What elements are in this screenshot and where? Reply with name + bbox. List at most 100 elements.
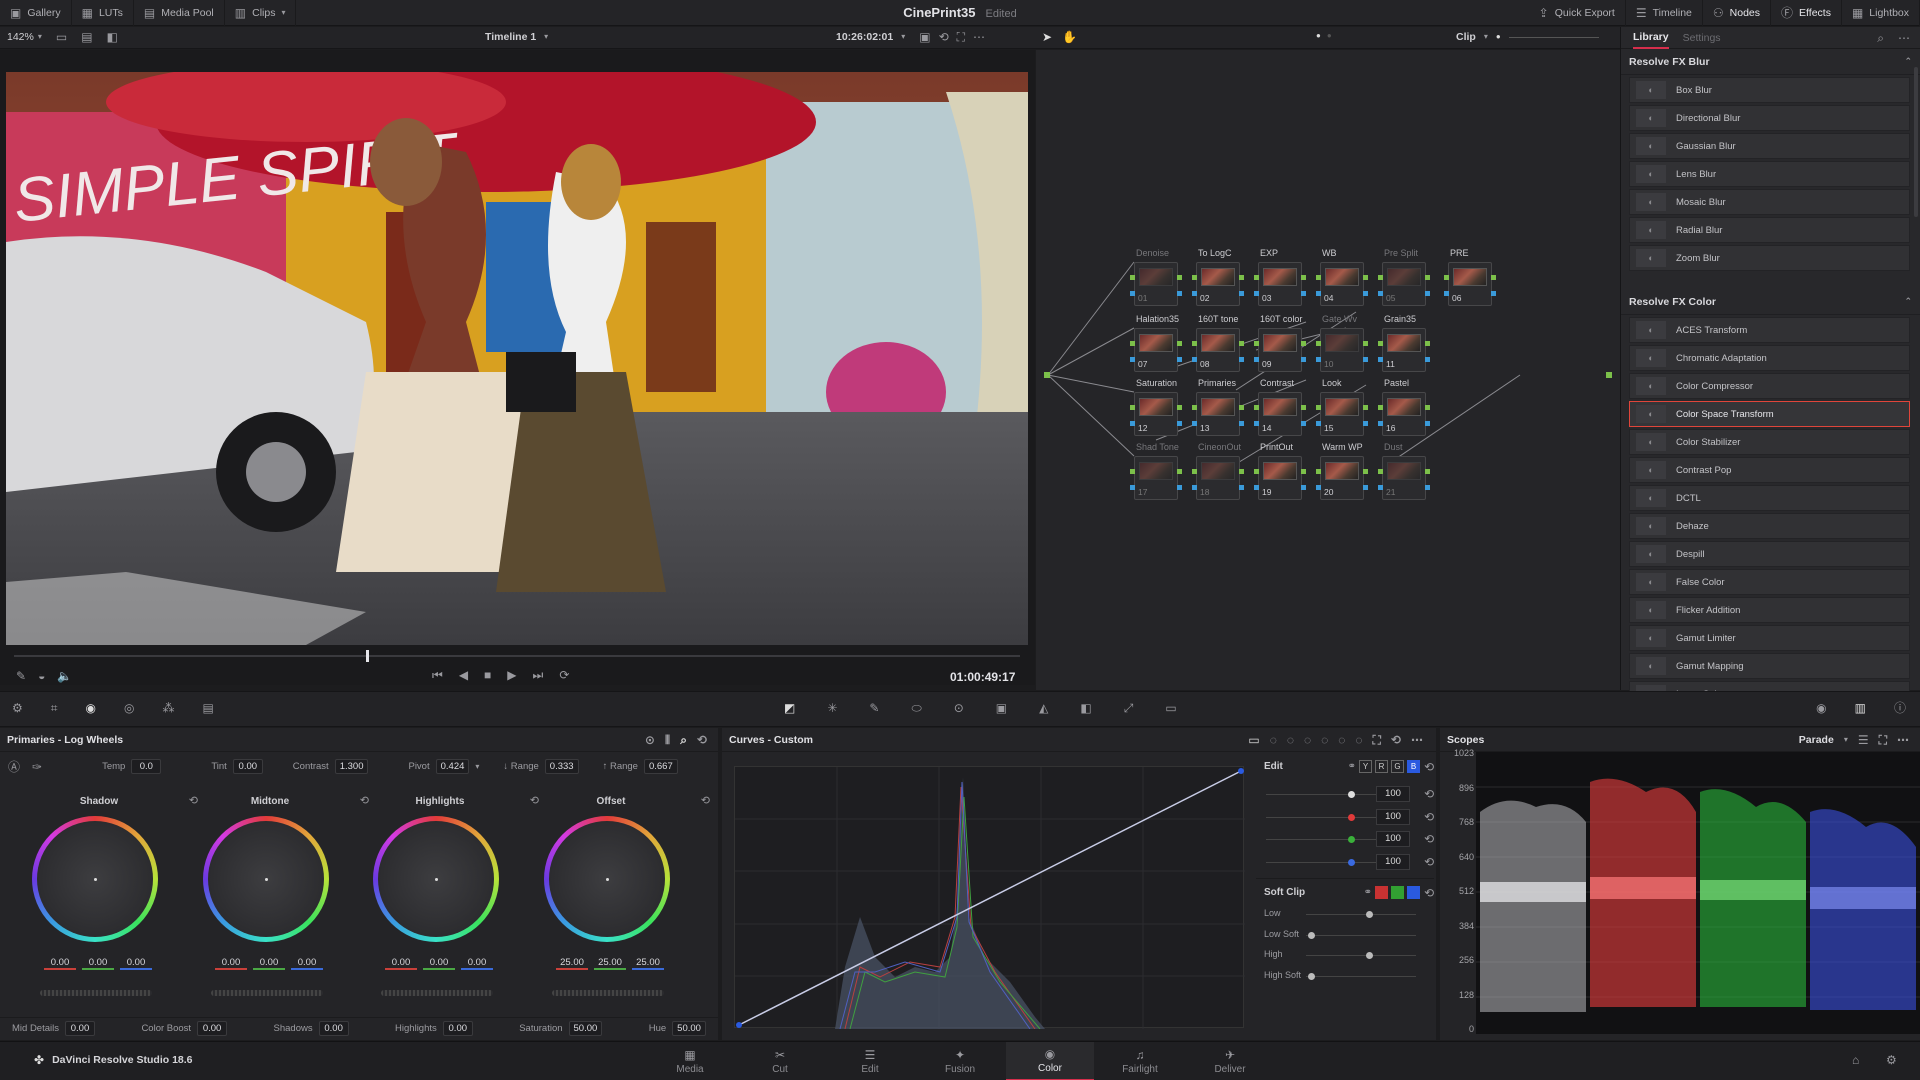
effect-item[interactable]: ◐ Color Stabilizer	[1629, 429, 1910, 455]
node-key-output-pin[interactable]	[1177, 421, 1182, 426]
node[interactable]: 16	[1378, 392, 1430, 436]
node-key-output-pin[interactable]	[1301, 357, 1306, 362]
node-key-output-pin[interactable]	[1301, 485, 1306, 490]
node[interactable]: 17	[1130, 456, 1182, 500]
page-deliver[interactable]: ✈ Deliver	[1186, 1042, 1274, 1080]
camera-raw-icon[interactable]: ⚙	[12, 702, 23, 714]
node-key-input-pin[interactable]	[1316, 291, 1321, 296]
node-input-pin[interactable]	[1254, 341, 1259, 346]
node-input-pin[interactable]	[1130, 275, 1135, 280]
expand-icon[interactable]: ⛶	[1879, 734, 1887, 746]
effect-item[interactable]: ◐ Chromatic Adaptation	[1629, 345, 1910, 371]
node-key-input-pin[interactable]	[1378, 485, 1383, 490]
node-key-input-pin[interactable]	[1130, 421, 1135, 426]
node-output-pin[interactable]	[1301, 469, 1306, 474]
node-output-pin[interactable]	[1177, 275, 1182, 280]
curve-y-knob[interactable]	[1348, 791, 1355, 798]
node-key-input-pin[interactable]	[1254, 357, 1259, 362]
node[interactable]: 03	[1254, 262, 1306, 306]
pivot-field[interactable]: 0.424	[435, 759, 470, 774]
effect-item[interactable]: ◐ Box Blur	[1629, 77, 1910, 103]
wheel-value-b[interactable]: 0.00	[461, 957, 493, 970]
node-input-pin[interactable]	[1192, 405, 1197, 410]
expand-icon[interactable]: ⛶	[1373, 734, 1381, 746]
sizing-icon[interactable]: ⤢	[1124, 702, 1134, 714]
link-icon[interactable]: ⚭	[1364, 887, 1372, 898]
zoom-slider-knob-icon[interactable]: ●	[1496, 33, 1501, 41]
hue-vs-hue-icon[interactable]: ◌	[1270, 734, 1277, 746]
chevron-down-icon[interactable]: ▾	[544, 33, 548, 41]
node-input-pin[interactable]	[1378, 275, 1383, 280]
reset-icon[interactable]: ⟲	[1424, 811, 1434, 823]
node[interactable]: 15	[1316, 392, 1368, 436]
motion-effects-icon[interactable]: ▤	[203, 702, 214, 714]
link-icon[interactable]: ⚭	[1348, 761, 1356, 772]
node-key-input-pin[interactable]	[1192, 421, 1197, 426]
effect-item[interactable]: ◐ Flicker Addition	[1629, 597, 1910, 623]
effects-button[interactable]: Ⓕ Effects	[1771, 0, 1842, 26]
color-wheel[interactable]	[373, 816, 499, 942]
node-key-output-pin[interactable]	[1425, 485, 1430, 490]
node-key-input-pin[interactable]	[1378, 421, 1383, 426]
node-key-input-pin[interactable]	[1130, 357, 1135, 362]
window-icon[interactable]: ⬭	[911, 702, 921, 714]
node-output-pin[interactable]	[1425, 469, 1430, 474]
tint-field[interactable]: 0.00	[232, 759, 263, 774]
clip-mode-select[interactable]: Clip	[1456, 31, 1476, 43]
node-input-pin[interactable]	[1316, 405, 1321, 410]
settings-icon[interactable]: ⚙	[1886, 1054, 1897, 1066]
reset-icon[interactable]: ⟲	[697, 734, 707, 746]
effect-item[interactable]: ◐ Mosaic Blur	[1629, 189, 1910, 215]
hdr-wheels-icon[interactable]: ◎	[124, 702, 134, 714]
curve-g-value[interactable]: 100	[1376, 831, 1410, 847]
color-wheel[interactable]	[203, 816, 329, 942]
node-key-input-pin[interactable]	[1254, 291, 1259, 296]
node-key-input-pin[interactable]	[1130, 485, 1135, 490]
timeline-button[interactable]: ☰ Timeline	[1626, 0, 1703, 26]
shadows-field[interactable]: 0.00	[318, 1021, 349, 1036]
wheel-value-g[interactable]: 0.00	[423, 957, 455, 970]
category-resolve-fx-color[interactable]: Resolve FX Color ⌃	[1621, 289, 1920, 315]
soft-clip-b-button[interactable]	[1407, 886, 1420, 899]
chevron-down-icon[interactable]: ▾	[901, 33, 905, 41]
picker-icon[interactable]: ✑	[32, 761, 42, 773]
gallery-button[interactable]: ▣ Gallery	[0, 0, 72, 26]
temp-field[interactable]: 0.0	[131, 759, 162, 774]
soft-clip-r-button[interactable]	[1375, 886, 1388, 899]
effect-item[interactable]: ◐ Gamut Limiter	[1629, 625, 1910, 651]
mid-detail-field[interactable]: 0.00	[65, 1021, 95, 1036]
tracker-icon[interactable]: ⊙	[954, 702, 964, 714]
wheel-value-r[interactable]: 0.00	[215, 957, 247, 970]
node[interactable]: 01	[1130, 262, 1182, 306]
timeline-name[interactable]: Timeline 1	[485, 31, 536, 43]
node-output-pin[interactable]	[1177, 405, 1182, 410]
lightbox-button[interactable]: ▦ Lightbox	[1842, 0, 1920, 26]
node-input-pin[interactable]	[1192, 469, 1197, 474]
single-view-icon[interactable]: ▭	[56, 31, 67, 43]
node-key-input-pin[interactable]	[1254, 421, 1259, 426]
wheel-value-g[interactable]: 0.00	[82, 957, 114, 970]
node-key-input-pin[interactable]	[1378, 291, 1383, 296]
more-icon[interactable]: ⋯	[1411, 734, 1423, 746]
node[interactable]: 09	[1254, 328, 1306, 372]
node-output-pin[interactable]	[1425, 275, 1430, 280]
highlight-icon[interactable]: ◒	[38, 670, 45, 682]
wipe-view-icon[interactable]: ◧	[107, 31, 118, 43]
color-wheel[interactable]	[544, 816, 670, 942]
more-icon[interactable]: ⋯	[973, 31, 985, 43]
node-key-input-pin[interactable]	[1316, 485, 1321, 490]
contrast-field[interactable]: 1.300	[334, 759, 369, 774]
channel-y-button[interactable]: Y	[1359, 760, 1372, 773]
wheel-value-g[interactable]: 25.00	[594, 957, 626, 970]
chevron-down-icon[interactable]: ▾	[38, 33, 42, 41]
wheel-puck[interactable]	[94, 878, 97, 881]
node-output-pin[interactable]	[1425, 341, 1430, 346]
node-input-pin[interactable]	[1378, 405, 1383, 410]
fullscreen-icon[interactable]: ⛶	[957, 31, 965, 43]
stop-icon[interactable]: ■	[484, 669, 491, 681]
node[interactable]: 05	[1378, 262, 1430, 306]
curve-b-value[interactable]: 100	[1376, 854, 1410, 870]
master-wheel-slider[interactable]	[381, 990, 493, 996]
effect-item[interactable]: ◐ Despill	[1629, 541, 1910, 567]
channel-g-button[interactable]: G	[1391, 760, 1404, 773]
